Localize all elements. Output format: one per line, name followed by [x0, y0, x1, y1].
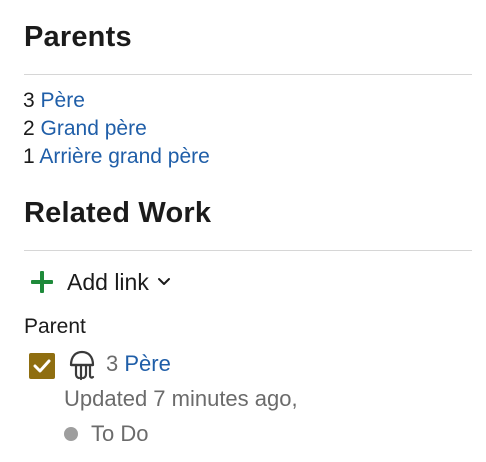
parent-item: 2 Grand père — [23, 115, 147, 143]
jellyfish-epic-icon — [69, 350, 95, 381]
parent-item: 1 Arrière grand père — [23, 143, 210, 171]
chevron-down-icon — [157, 278, 170, 285]
status-text: To Do — [91, 421, 149, 446]
checkmark-icon — [29, 353, 55, 379]
parents-divider — [24, 74, 472, 75]
related-item-link[interactable]: Père — [124, 351, 170, 376]
parent-link[interactable]: Grand père — [41, 117, 147, 140]
related-item-updated: Updated 7 minutes ago, — [64, 386, 298, 411]
parent-item: 3 Père — [23, 87, 85, 115]
add-link-label: Add link — [67, 269, 149, 295]
status-badge: To Do — [64, 420, 148, 448]
add-link-button[interactable]: Add link — [31, 268, 171, 296]
parent-level: 1 — [23, 145, 35, 168]
related-work-heading: Related Work — [24, 197, 212, 229]
plus-icon — [31, 271, 53, 293]
related-work-divider — [24, 250, 472, 251]
relation-type-label: Parent — [24, 315, 86, 338]
related-item-title: 3 Père — [106, 350, 171, 378]
parent-level: 3 — [23, 89, 35, 112]
parent-link[interactable]: Arrière grand père — [39, 145, 209, 168]
parents-heading: Parents — [24, 21, 132, 53]
parent-link[interactable]: Père — [41, 89, 85, 112]
status-dot-icon — [64, 427, 78, 441]
related-item-number: 3 — [106, 351, 119, 376]
parent-level: 2 — [23, 117, 35, 140]
